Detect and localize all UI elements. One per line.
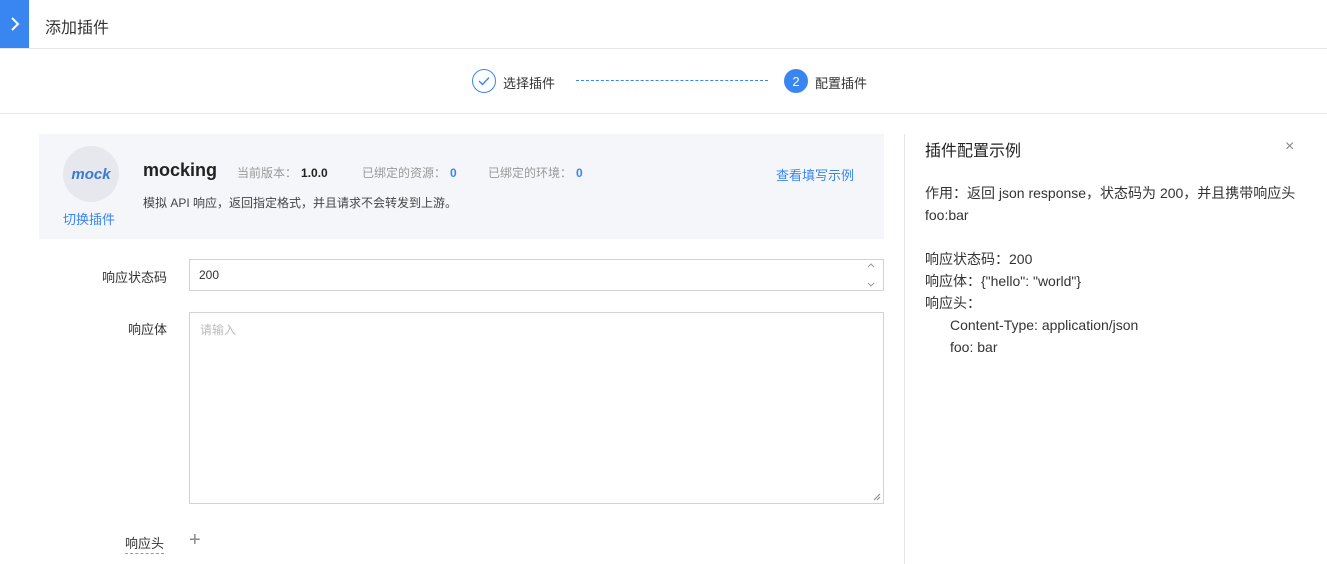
example-headers-line: 响应头： [925,295,981,311]
example-header-item: foo: bar [950,339,998,355]
resize-grip-icon[interactable] [873,493,881,501]
example-body-line: 响应体：{"hello": "world"} [925,273,1082,289]
example-config: 响应状态码：200 响应体：{"hello": "world"} 响应头： Co… [925,248,1138,358]
version-value: 1.0.0 [301,166,328,180]
chevron-right-icon [10,17,19,31]
step-2-indicator: 2 [784,69,808,93]
example-header-item: Content-Type: application/json [950,317,1139,333]
step-connector [576,80,768,81]
panel-divider [904,134,905,564]
plugin-avatar: mock [63,146,119,202]
add-header-button[interactable]: + [189,530,205,550]
top-header: 添加插件 [0,0,1327,49]
example-purpose: 作用：返回 json response，状态码为 200，并且携带响应头 foo… [925,182,1295,226]
chevron-up-icon[interactable] [867,263,875,268]
steps-bar: 选择插件 2 配置插件 [0,49,1327,114]
step-1-label: 选择插件 [503,76,556,91]
status-code-input [189,259,884,291]
response-body-input [189,312,884,504]
view-example-link[interactable]: 查看填写示例 [776,165,854,184]
page-title: 添加插件 [45,20,110,37]
step-2-label: 配置插件 [815,76,868,91]
check-icon [478,77,490,86]
plugin-version: 当前版本： 1.0.0 [237,164,328,181]
example-panel-title: 插件配置示例 [925,143,1022,160]
response-body-label: 响应体 [127,322,167,337]
envs-label: 已绑定的环境： [488,166,573,180]
purpose-line-1: 作用：返回 json response，状态码为 200，并且携带响应头 [925,185,1296,201]
response-headers-label: 响应头 [125,533,165,554]
example-status-line: 响应状态码：200 [925,251,1033,267]
plugin-description: 模拟 API 响应，返回指定格式，并且请求不会转发到上游。 [143,196,458,210]
envs-count: 0 [576,166,583,180]
sidebar-toggle-button[interactable] [0,0,29,48]
response-body-field[interactable] [190,313,883,503]
switch-plugin-link[interactable]: 切换插件 [63,209,115,228]
plugin-name: mocking [143,160,218,180]
purpose-line-2: foo:bar [925,207,969,223]
close-icon[interactable]: × [1285,138,1294,156]
bound-resources: 已绑定的资源： 0 [362,164,457,181]
bound-environments: 已绑定的环境： 0 [488,164,583,181]
resources-label: 已绑定的资源： [362,166,447,180]
resources-count: 0 [450,166,457,180]
number-stepper[interactable] [865,263,877,287]
status-code-label: 响应状态码 [101,270,167,285]
version-label: 当前版本： [237,166,298,180]
step-1-indicator [472,69,496,93]
status-code-field[interactable] [190,260,850,290]
chevron-down-icon[interactable] [867,282,875,287]
plugin-info-card: mock 切换插件 mocking 当前版本： 1.0.0 已绑定的资源： 0 已绑… [39,134,884,239]
